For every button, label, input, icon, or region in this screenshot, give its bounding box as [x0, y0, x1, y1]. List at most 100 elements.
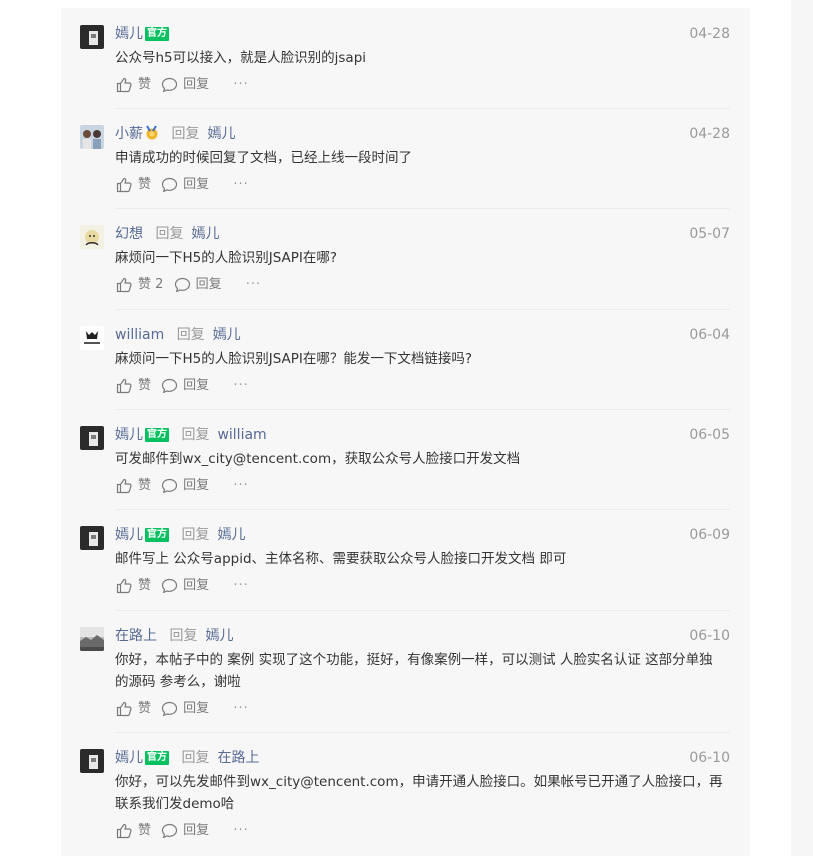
reply-to-username[interactable]: 在路上 [217, 750, 259, 766]
more-options-icon[interactable]: ··· [233, 175, 248, 195]
thumbs-up-icon[interactable] [116, 378, 133, 394]
like-button[interactable]: 赞 [138, 376, 151, 396]
comment-date: 06-04 [689, 327, 730, 343]
comment-meta: 在路上 回复 嫣儿 06-10 [115, 626, 730, 646]
avatar[interactable] [80, 25, 104, 49]
more-options-icon[interactable]: ··· [233, 376, 248, 396]
comment-item: william 回复 嫣儿 06-04 麻烦问一下H5的人脸识别JSAPI在哪？能… [80, 309, 730, 410]
avatar[interactable] [80, 225, 104, 249]
more-options-icon[interactable]: ··· [233, 476, 248, 496]
reply-button[interactable]: 回复 [183, 75, 209, 95]
thumbs-up-icon[interactable] [116, 701, 133, 717]
reply-button[interactable]: 回复 [183, 699, 209, 719]
comment-date: 06-10 [689, 750, 730, 766]
comment-date: 05-07 [689, 226, 730, 242]
reply-button[interactable]: 回复 [183, 476, 209, 496]
comment-meta: 嫣儿 官方 04-28 [115, 24, 730, 44]
more-options-icon[interactable]: ··· [233, 821, 248, 841]
comment-bubble-icon[interactable] [161, 77, 178, 93]
comment-list: 嫣儿 官方 04-28 公众号h5可以接入，就是人脸识别的jsapi 赞 回复 ·… [61, 8, 750, 856]
comment-text: 麻烦问一下H5的人脸识别JSAPI在哪？能发一下文档链接吗? [115, 351, 473, 367]
comment-bubble-icon[interactable] [161, 478, 178, 494]
reply-button[interactable]: 回复 [183, 376, 209, 396]
username[interactable]: 小薪 [115, 126, 143, 142]
more-options-icon[interactable]: ··· [233, 75, 248, 95]
comment-bubble-icon[interactable] [161, 177, 178, 193]
comment-text: 你好，可以先发邮件到wx_city@tencent.com，申请开通人脸接口。如… [115, 774, 723, 812]
comment-actions: 赞 回复 ··· [116, 175, 249, 195]
avatar[interactable] [80, 526, 104, 550]
comment-text: 申请成功的时候回复了文档，已经上线一段时间了 [115, 150, 412, 166]
comment-bubble-icon[interactable] [161, 378, 178, 394]
like-button[interactable]: 赞 [138, 476, 151, 496]
reply-to-username[interactable]: 嫣儿 [217, 527, 245, 543]
like-button[interactable]: 赞 [138, 175, 151, 195]
reply-button[interactable]: 回复 [183, 576, 209, 596]
reply-to-username[interactable]: 嫣儿 [191, 226, 219, 242]
reply-indicator: 回复 [155, 226, 184, 242]
avatar[interactable] [80, 125, 104, 149]
thumbs-up-icon[interactable] [116, 277, 133, 293]
more-options-icon[interactable]: ··· [233, 699, 248, 719]
username[interactable]: 嫣儿 [115, 750, 143, 766]
comment-actions: 赞 回复 ··· [116, 476, 249, 496]
username[interactable]: 在路上 [115, 628, 157, 644]
more-options-icon[interactable]: ··· [246, 275, 261, 295]
comment-item: 小薪 回复 嫣儿 04-28 申请成功的时候回复了文档，已经上线一段时间了 赞 回… [80, 108, 730, 209]
like-button[interactable]: 赞 [138, 821, 151, 841]
avatar[interactable] [80, 326, 104, 350]
comment-actions: 赞 2 回复 ··· [116, 275, 261, 295]
medal-emoji-icon [144, 125, 159, 140]
reply-indicator: 回复 [176, 327, 205, 343]
official-badge: 官方 [145, 528, 169, 542]
comment-date: 06-09 [689, 527, 730, 543]
username[interactable]: 幻想 [115, 226, 143, 242]
comment-date: 04-28 [689, 126, 730, 142]
like-button[interactable]: 赞 [138, 576, 151, 596]
comment-actions: 赞 回复 ··· [116, 376, 249, 396]
comment-text: 公众号h5可以接入，就是人脸识别的jsapi [115, 50, 367, 66]
reply-to-username[interactable]: 嫣儿 [207, 126, 235, 142]
comment-date: 06-05 [689, 427, 730, 443]
reply-to-username[interactable]: william [217, 427, 266, 443]
comment-bubble-icon[interactable] [174, 277, 191, 293]
like-button[interactable]: 赞 [138, 75, 151, 95]
comment-meta: 嫣儿 官方 回复 在路上 06-10 [115, 748, 730, 768]
reply-button[interactable]: 回复 [196, 275, 222, 295]
comment-item: 幻想 回复 嫣儿 05-07 麻烦问一下H5的人脸识别JSAPI在哪? 赞 2 回… [80, 208, 730, 310]
comment-bubble-icon[interactable] [161, 823, 178, 839]
username[interactable]: 嫣儿 [115, 527, 143, 543]
thumbs-up-icon[interactable] [116, 77, 133, 93]
comment-item: 嫣儿 官方 回复 william 06-05 可发邮件到wx_city@tencen… [80, 409, 730, 510]
thumbs-up-icon[interactable] [116, 823, 133, 839]
reply-to-username[interactable]: 嫣儿 [205, 628, 233, 644]
comment-actions: 赞 回复 ··· [116, 699, 249, 719]
reply-button[interactable]: 回复 [183, 175, 209, 195]
official-badge: 官方 [145, 27, 169, 41]
thumbs-up-icon[interactable] [116, 478, 133, 494]
comment-meta: 小薪 回复 嫣儿 04-28 [115, 124, 730, 144]
comment-meta: 幻想 回复 嫣儿 05-07 [115, 224, 730, 244]
avatar[interactable] [80, 426, 104, 450]
comment-date: 06-10 [689, 628, 730, 644]
like-count: 2 [155, 277, 164, 292]
comment-bubble-icon[interactable] [161, 701, 178, 717]
username[interactable]: 嫣儿 [115, 427, 143, 443]
like-button[interactable]: 赞 [138, 699, 151, 719]
comment-bubble-icon[interactable] [161, 578, 178, 594]
reply-indicator: 回复 [181, 750, 210, 766]
avatar[interactable] [80, 627, 104, 651]
scrollbar-track[interactable] [791, 0, 813, 856]
comment-actions: 赞 回复 ··· [116, 75, 249, 95]
avatar[interactable] [80, 749, 104, 773]
username[interactable]: 嫣儿 [115, 26, 143, 42]
reply-to-username[interactable]: 嫣儿 [213, 327, 241, 343]
like-button[interactable]: 赞 2 [138, 275, 163, 295]
username[interactable]: william [115, 327, 164, 343]
more-options-icon[interactable]: ··· [233, 576, 248, 596]
thumbs-up-icon[interactable] [116, 177, 133, 193]
official-badge: 官方 [145, 428, 169, 442]
reply-button[interactable]: 回复 [183, 821, 209, 841]
thumbs-up-icon[interactable] [116, 578, 133, 594]
reply-indicator: 回复 [181, 427, 210, 443]
